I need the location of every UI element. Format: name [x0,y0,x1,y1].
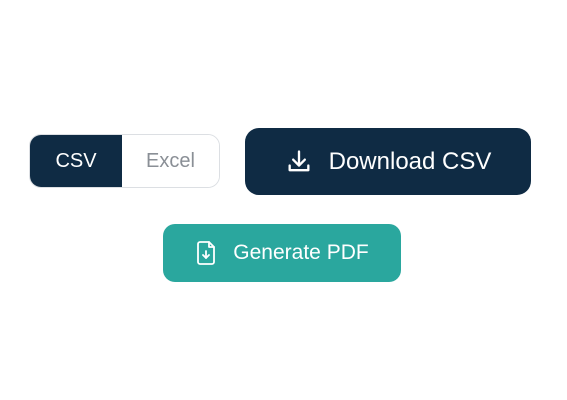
file-download-icon [195,240,219,266]
format-option-csv[interactable]: CSV [30,135,122,187]
format-toggle[interactable]: CSV Excel [29,134,220,188]
generate-pdf-button[interactable]: Generate PDF [163,224,401,282]
download-csv-button[interactable]: Download CSV [245,128,531,195]
format-option-excel[interactable]: Excel [122,135,219,187]
generate-pdf-label: Generate PDF [233,241,369,264]
download-icon [285,148,313,176]
download-button-label: Download CSV [328,147,492,175]
